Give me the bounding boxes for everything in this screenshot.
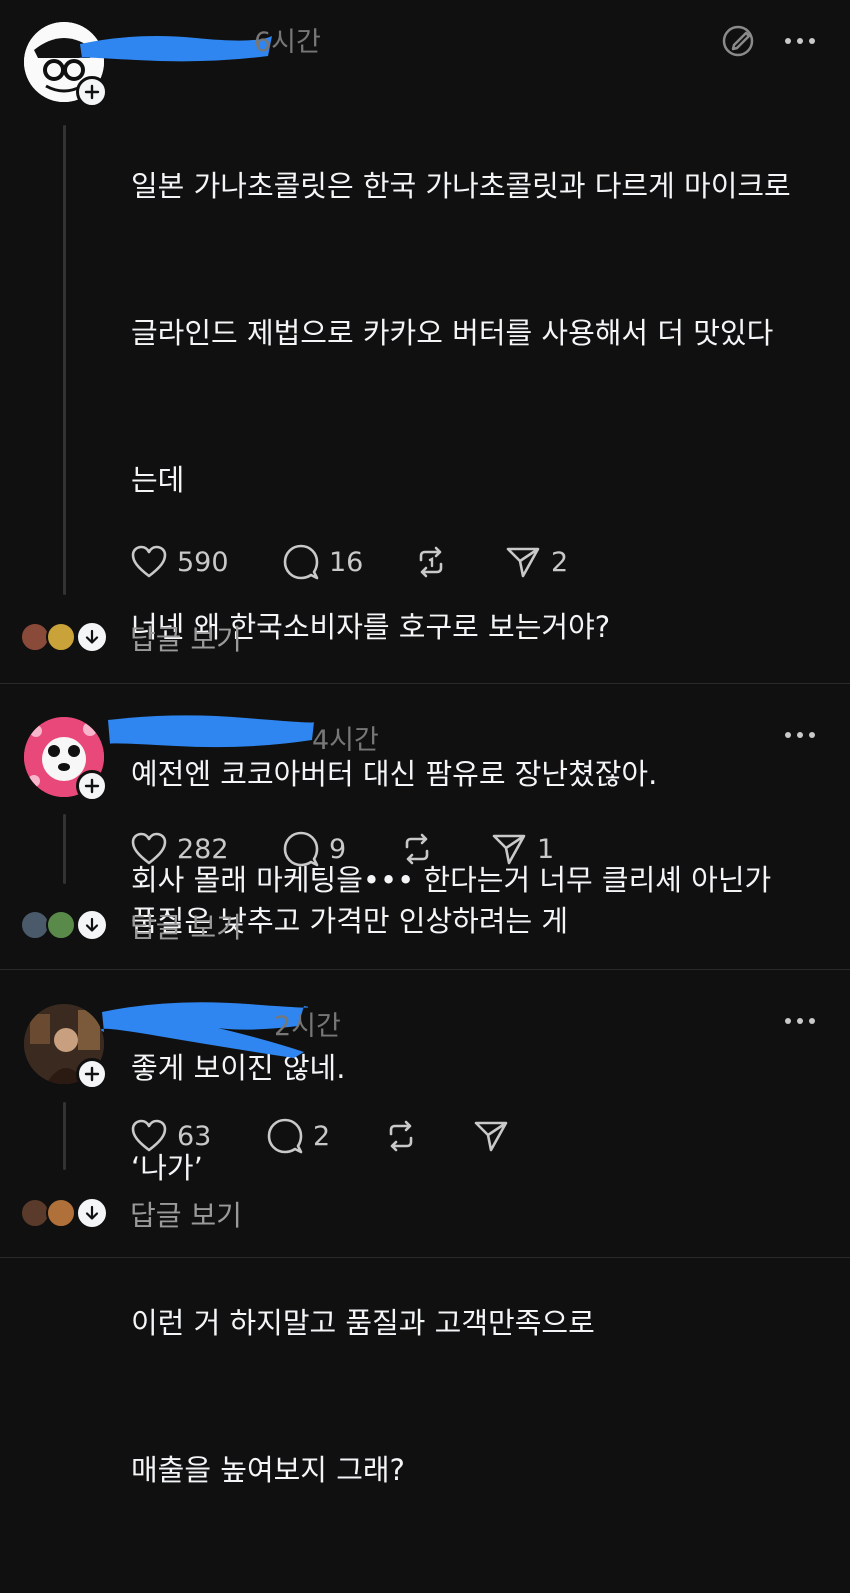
post-divider [0, 1257, 850, 1258]
post-time: 4시간 [312, 725, 379, 756]
comment-icon [283, 831, 319, 867]
comment-count: 16 [329, 546, 364, 578]
thread-line [63, 1102, 66, 1170]
repost-icon [405, 833, 429, 865]
comment-count: 9 [329, 833, 347, 865]
heart-icon [131, 545, 167, 578]
plus-icon [84, 84, 100, 100]
action-bar: 63 2 [131, 1116, 731, 1156]
like-button[interactable]: 282 [131, 829, 229, 869]
repost-icon [389, 1120, 413, 1152]
repost-button[interactable] [383, 1116, 419, 1156]
like-count: 590 [177, 546, 229, 578]
like-count: 63 [177, 1120, 212, 1152]
plus-icon [84, 778, 100, 794]
post-line: 매출을 높여보지 그래? [131, 1453, 405, 1487]
plus-icon [84, 1066, 100, 1082]
share-button[interactable] [473, 1116, 519, 1156]
follow-plus-button[interactable] [76, 76, 108, 108]
post-body: ‘나가’ [131, 1046, 831, 1291]
thread-line [63, 814, 66, 884]
follow-plus-button[interactable] [76, 1058, 108, 1090]
post-time: 2시간 [274, 1011, 341, 1042]
comment-icon [283, 544, 319, 580]
comment-button[interactable]: 16 [283, 542, 363, 582]
expand-replies-button[interactable] [76, 909, 108, 941]
replier-avatar [46, 910, 76, 940]
share-button[interactable]: 2 [505, 542, 568, 582]
arrow-down-icon [85, 1205, 99, 1220]
comment-count: 2 [313, 1120, 331, 1152]
repost-button[interactable] [399, 829, 435, 869]
post-line: 일본 가나초콜릿은 한국 가나초콜릿과 다르게 마이크로 [131, 169, 791, 203]
view-replies-label[interactable]: 답글 보기 [130, 618, 242, 658]
view-replies[interactable]: 답글 보기 [18, 906, 278, 946]
more-options-icon[interactable] [784, 1016, 816, 1026]
post-1: 6시간 일본 가나초콜릿은 한국 가나초콜릿과 다르게 마이크로 글라인드 제법… [0, 0, 850, 1487]
thread-line [63, 125, 66, 595]
comment-icon [267, 1118, 303, 1154]
like-button[interactable]: 590 [131, 542, 229, 582]
expand-replies-button[interactable] [76, 621, 108, 653]
view-replies[interactable]: 답글 보기 [18, 618, 278, 658]
post-time: 6시간 [254, 27, 321, 58]
action-bar: 282 9 1 [131, 829, 731, 869]
send-icon [506, 547, 540, 578]
arrow-down-icon [85, 629, 99, 644]
view-replies-label[interactable]: 답글 보기 [130, 1194, 242, 1234]
send-icon [492, 834, 526, 865]
action-bar: 590 16 2 [131, 542, 731, 582]
arrow-down-icon [85, 917, 99, 932]
share-count: 1 [537, 833, 555, 865]
replier-avatar [46, 622, 76, 652]
view-replies[interactable]: 답글 보기 [18, 1194, 278, 1234]
username-redaction [108, 715, 315, 748]
post-line: 글라인드 제법으로 카카오 버터를 사용해서 더 맛있다 [131, 316, 774, 350]
view-replies-label[interactable]: 답글 보기 [130, 906, 242, 946]
post-line: 이런 거 하지말고 품질과 고객만족으로 [131, 1306, 595, 1340]
heart-icon [131, 1119, 167, 1152]
replier-avatar [46, 1198, 76, 1228]
post-2: 4시간 회사 몰래 마케팅을••• 한다는거 너무 클리셰 아닌가 282 9 [0, 684, 850, 969]
heart-icon [131, 832, 167, 865]
post-body: 회사 몰래 마케팅을••• 한다는거 너무 클리셰 아닌가 [131, 758, 831, 1003]
more-options-icon[interactable] [784, 730, 816, 740]
comment-button[interactable]: 9 [283, 829, 346, 869]
repost-button[interactable] [413, 542, 449, 582]
like-button[interactable]: 63 [131, 1116, 211, 1156]
share-button[interactable]: 1 [491, 829, 554, 869]
comment-button[interactable]: 2 [267, 1116, 330, 1156]
repost-icon [419, 546, 443, 578]
share-count: 2 [551, 546, 569, 578]
expand-replies-button[interactable] [76, 1197, 108, 1229]
more-options-icon[interactable] [784, 36, 816, 46]
post-line: 는데 [131, 463, 185, 497]
post-3: 2시간 ‘나가’ 63 2 답글 보기 [0, 970, 850, 1260]
send-icon [474, 1121, 508, 1152]
edit-icon[interactable] [720, 23, 756, 59]
like-count: 282 [177, 833, 229, 865]
follow-plus-button[interactable] [76, 770, 108, 802]
